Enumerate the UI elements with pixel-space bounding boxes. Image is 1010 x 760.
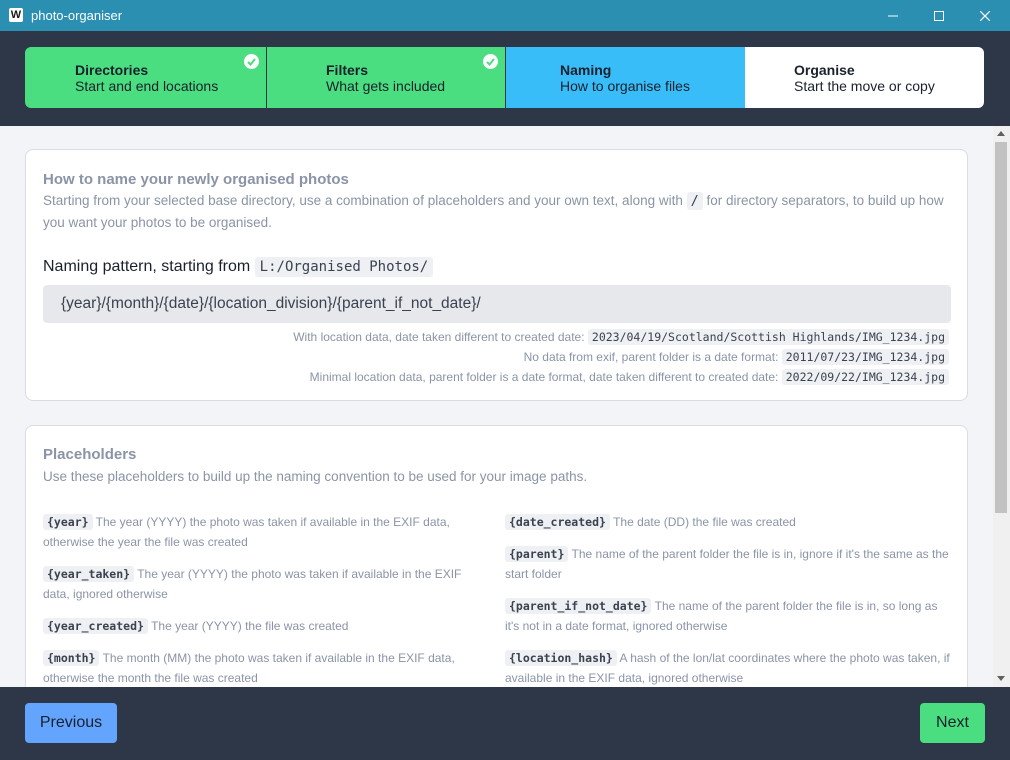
placeholders-description: Use these placeholders to build up the n… [43,469,588,484]
minimize-icon [888,15,898,16]
window-title: photo-organiser [31,8,123,23]
placeholder-code: {location_hash} [505,650,617,666]
placeholder-item: {year_created} The year (YYYY) the file … [43,616,483,636]
placeholder-text: The year (YYYY) the photo was taken if a… [43,515,450,549]
check-icon [244,54,259,69]
minimize-button[interactable] [870,0,916,31]
example-label: No data from exif, parent folder is a da… [523,350,779,364]
placeholders-card: Placeholders Use these placeholders to b… [25,425,968,687]
step-filters[interactable]: Filters What gets included [267,47,505,108]
vertical-scrollbar[interactable] [993,126,1010,687]
example-label: With location data, date taken different… [293,330,585,344]
naming-title: How to name your newly organised photos [43,171,349,188]
step-subtitle: Start the move or copy [794,78,935,94]
step-title: Directories [75,62,149,78]
scrollbar-thumb[interactable] [995,142,1007,513]
scroll-down-icon[interactable] [997,676,1005,681]
placeholder-code: {parent} [505,546,569,562]
placeholder-code: {year} [43,514,93,530]
naming-card: How to name your newly organised photos … [25,149,968,401]
step-subtitle: What gets included [326,78,446,94]
close-icon [980,10,990,21]
previous-button[interactable]: Previous [25,703,117,743]
maximize-button[interactable] [916,0,962,31]
placeholders-title: Placeholders [43,446,137,463]
placeholder-text: The month (MM) the photo was taken if av… [43,651,455,685]
placeholder-item: {parent} The name of the parent folder t… [505,544,951,584]
base-directory: L:/Organised Photos/ [254,257,434,277]
naming-pattern-input[interactable]: {year}/{month}/{date}/{location_division… [43,285,951,323]
example-path: 2022/09/22/IMG_1234.jpg [781,369,949,385]
step-subtitle: Start and end locations [75,78,219,94]
step-progress: Directories Start and end locations Filt… [25,47,984,108]
placeholder-item: {location_hash} A hash of the lon/lat co… [505,648,951,687]
placeholder-code: {year_taken} [43,566,135,582]
maximize-icon [934,10,944,21]
placeholder-item: {year} The year (YYYY) the photo was tak… [43,512,483,552]
naming-description: Starting from your selected base directo… [43,190,958,233]
placeholder-text: The name of the parent folder the file i… [505,547,949,581]
step-subtitle: How to organise files [560,78,690,94]
placeholder-code: {year_created} [43,618,148,634]
check-icon [483,54,498,69]
naming-desc-text: Starting from your selected base directo… [43,193,683,208]
placeholder-code: {date_created} [505,514,610,530]
placeholder-code: {parent_if_not_date} [505,598,652,614]
example-path: 2023/04/19/Scotland/Scottish Highlands/I… [587,329,949,345]
pattern-label: Naming pattern, starting from L:/Organis… [43,257,434,277]
placeholder-item: {date_created} The date (DD) the file wa… [505,512,951,532]
step-title: Filters [326,62,369,78]
example-path: 2011/07/23/IMG_1234.jpg [781,349,949,365]
step-title: Naming [560,62,612,78]
example-row: With location data, date taken different… [293,327,949,347]
placeholder-item: {parent_if_not_date} The name of the par… [505,596,951,636]
footer [0,687,1010,760]
example-row: Minimal location data, parent folder is … [293,367,949,387]
step-title: Organise [794,62,855,78]
scroll-up-icon[interactable] [997,131,1005,136]
pattern-label-text: Naming pattern, starting from [43,258,251,275]
example-row: No data from exif, parent folder is a da… [293,347,949,367]
step-directories[interactable]: Directories Start and end locations [25,47,266,108]
next-button[interactable]: Next [920,703,985,743]
placeholder-text: The date (DD) the file was created [613,515,796,529]
content-area[interactable]: How to name your newly organised photos … [0,126,993,687]
placeholder-item: {year_taken} The year (YYYY) the photo w… [43,564,483,604]
close-button[interactable] [962,0,1008,31]
step-organise[interactable]: Organise Start the move or copy [745,47,984,108]
pattern-examples: With location data, date taken different… [293,327,949,387]
example-label: Minimal location data, parent folder is … [309,370,779,384]
placeholder-text: The year (YYYY) the file was created [151,619,349,633]
placeholder-code: {month} [43,650,100,666]
step-naming[interactable]: Naming How to organise files [506,47,745,108]
app-logo-icon: W [9,8,23,22]
placeholder-item: {month} The month (MM) the photo was tak… [43,648,483,687]
title-bar: W photo-organiser [0,0,1010,31]
separator-code: / [686,192,703,210]
